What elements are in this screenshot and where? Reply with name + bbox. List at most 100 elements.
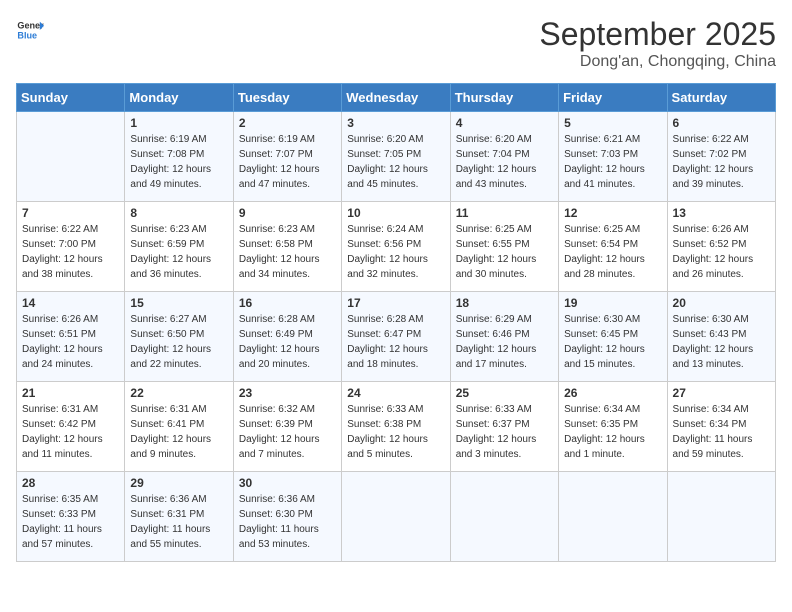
daylight-text: Daylight: 12 hours and 34 minutes. (239, 254, 320, 280)
sunset-text: Sunset: 6:31 PM (130, 509, 204, 520)
day-number: 18 (456, 296, 553, 310)
calendar-cell (342, 472, 450, 562)
location-title: Dong'an, Chongqing, China (539, 53, 776, 71)
day-number: 23 (239, 386, 336, 400)
calendar-cell (667, 472, 775, 562)
sunrise-text: Sunrise: 6:22 AM (22, 224, 98, 235)
day-number: 21 (22, 386, 119, 400)
sunset-text: Sunset: 6:51 PM (22, 329, 96, 340)
day-number: 22 (130, 386, 227, 400)
daylight-text: Daylight: 11 hours and 59 minutes. (673, 434, 753, 460)
day-number: 2 (239, 116, 336, 130)
header-day-saturday: Saturday (667, 84, 775, 112)
calendar-cell (450, 472, 558, 562)
calendar-cell: 26Sunrise: 6:34 AMSunset: 6:35 PMDayligh… (559, 382, 667, 472)
sunrise-text: Sunrise: 6:36 AM (130, 494, 206, 505)
day-number: 12 (564, 206, 661, 220)
calendar-cell: 3Sunrise: 6:20 AMSunset: 7:05 PMDaylight… (342, 112, 450, 202)
sunset-text: Sunset: 6:33 PM (22, 509, 96, 520)
day-info: Sunrise: 6:31 AMSunset: 6:42 PMDaylight:… (22, 402, 119, 462)
calendar-cell: 6Sunrise: 6:22 AMSunset: 7:02 PMDaylight… (667, 112, 775, 202)
daylight-text: Daylight: 12 hours and 18 minutes. (347, 344, 428, 370)
daylight-text: Daylight: 12 hours and 32 minutes. (347, 254, 428, 280)
calendar-cell: 8Sunrise: 6:23 AMSunset: 6:59 PMDaylight… (125, 202, 233, 292)
calendar-cell: 14Sunrise: 6:26 AMSunset: 6:51 PMDayligh… (17, 292, 125, 382)
day-number: 8 (130, 206, 227, 220)
daylight-text: Daylight: 12 hours and 9 minutes. (130, 434, 211, 460)
calendar-cell: 13 Sunrise: 6:26 AMSunset: 6:52 PMDayligh… (667, 202, 775, 292)
day-info: Sunrise: 6:36 AMSunset: 6:31 PMDaylight:… (130, 492, 227, 552)
calendar-cell: 19Sunrise: 6:30 AMSunset: 6:45 PMDayligh… (559, 292, 667, 382)
calendar-cell: 21 Sunrise: 6:31 AMSunset: 6:42 PMDayligh… (17, 382, 125, 472)
day-number: 17 (347, 296, 444, 310)
day-info: Sunrise: 6:31 AMSunset: 6:41 PMDaylight:… (130, 402, 227, 462)
daylight-text: Daylight: 12 hours and 41 minutes. (564, 164, 645, 190)
daylight-text: Daylight: 12 hours and 36 minutes. (130, 254, 211, 280)
day-info: Sunrise: 6:19 AMSunset: 7:08 PMDaylight:… (130, 132, 227, 192)
sunset-text: Sunset: 6:55 PM (456, 239, 530, 250)
daylight-text: Daylight: 12 hours and 13 minutes. (673, 344, 754, 370)
sunset-text: Sunset: 6:46 PM (456, 329, 530, 340)
header-day-tuesday: Tuesday (233, 84, 341, 112)
calendar-cell: 27Sunrise: 6:34 AMSunset: 6:34 PMDayligh… (667, 382, 775, 472)
calendar-cell: 10Sunrise: 6:24 AMSunset: 6:56 PMDayligh… (342, 202, 450, 292)
daylight-text: Daylight: 12 hours and 47 minutes. (239, 164, 320, 190)
sunrise-text: Sunrise: 6:25 AM (564, 224, 640, 235)
calendar-cell: 16Sunrise: 6:28 AMSunset: 6:49 PMDayligh… (233, 292, 341, 382)
day-info: Sunrise: 6:34 AMSunset: 6:35 PMDaylight:… (564, 402, 661, 462)
calendar-cell: 25Sunrise: 6:33 AMSunset: 6:37 PMDayligh… (450, 382, 558, 472)
daylight-text: Daylight: 11 hours and 53 minutes. (239, 524, 319, 550)
sunset-text: Sunset: 7:02 PM (673, 149, 747, 160)
sunrise-text: Sunrise: 6:29 AM (456, 314, 532, 325)
calendar-cell: 29Sunrise: 6:36 AMSunset: 6:31 PMDayligh… (125, 472, 233, 562)
daylight-text: Daylight: 12 hours and 1 minute. (564, 434, 645, 460)
sunrise-text: Sunrise: 6:19 AM (130, 134, 206, 145)
sunset-text: Sunset: 7:07 PM (239, 149, 313, 160)
calendar-cell: 4Sunrise: 6:20 AMSunset: 7:04 PMDaylight… (450, 112, 558, 202)
sunrise-text: Sunrise: 6:19 AM (239, 134, 315, 145)
calendar-cell: 28Sunrise: 6:35 AMSunset: 6:33 PMDayligh… (17, 472, 125, 562)
calendar-cell: 2 Sunrise: 6:19 AM Sunset: 7:07 PM Daylight… (233, 112, 341, 202)
header: General Blue September 2025 Dong'an, Cho… (16, 16, 776, 71)
day-info: Sunrise: 6:20 AMSunset: 7:05 PMDaylight:… (347, 132, 444, 192)
day-info: Sunrise: 6:21 AMSunset: 7:03 PMDaylight:… (564, 132, 661, 192)
day-info: Sunrise: 6:25 AMSunset: 6:54 PMDaylight:… (564, 222, 661, 282)
daylight-text: Daylight: 12 hours and 38 minutes. (22, 254, 103, 280)
day-number: 7 (22, 206, 119, 220)
sunset-text: Sunset: 7:03 PM (564, 149, 638, 160)
sunrise-text: Sunrise: 6:35 AM (22, 494, 98, 505)
day-info: Sunrise: 6:30 AMSunset: 6:45 PMDaylight:… (564, 312, 661, 372)
day-info: Sunrise: 6:33 AMSunset: 6:37 PMDaylight:… (456, 402, 553, 462)
calendar-cell: 7Sunrise: 6:22 AMSunset: 7:00 PMDaylight… (17, 202, 125, 292)
day-info: Sunrise: 6:26 AMSunset: 6:52 PMDaylight:… (673, 222, 770, 282)
daylight-text: Daylight: 12 hours and 22 minutes. (130, 344, 211, 370)
sunset-text: Sunset: 6:56 PM (347, 239, 421, 250)
daylight-text: Daylight: 12 hours and 17 minutes. (456, 344, 537, 370)
calendar-cell: 24Sunrise: 6:33 AMSunset: 6:38 PMDayligh… (342, 382, 450, 472)
sunset-text: Sunset: 6:54 PM (564, 239, 638, 250)
header-day-thursday: Thursday (450, 84, 558, 112)
daylight-text: Daylight: 12 hours and 24 minutes. (22, 344, 103, 370)
calendar-body: 1Sunrise: 6:19 AMSunset: 7:08 PMDaylight… (17, 112, 776, 562)
sunset-text: Sunset: 7:05 PM (347, 149, 421, 160)
day-number: 13 (673, 206, 770, 220)
daylight-text: Daylight: 12 hours and 45 minutes. (347, 164, 428, 190)
sunrise-text: Sunrise: 6:32 AM (239, 404, 315, 415)
sunrise-text: Sunrise: 6:26 AM (673, 224, 749, 235)
day-info: Sunrise: 6:30 AMSunset: 6:43 PMDaylight:… (673, 312, 770, 372)
daylight-text: Daylight: 12 hours and 30 minutes. (456, 254, 537, 280)
day-info: Sunrise: 6:24 AMSunset: 6:56 PMDaylight:… (347, 222, 444, 282)
daylight-text: Daylight: 11 hours and 57 minutes. (22, 524, 102, 550)
calendar-cell: 1Sunrise: 6:19 AMSunset: 7:08 PMDaylight… (125, 112, 233, 202)
week-row-3: 14Sunrise: 6:26 AMSunset: 6:51 PMDayligh… (17, 292, 776, 382)
sunset-text: Sunset: 6:39 PM (239, 419, 313, 430)
sunrise-text: Sunrise: 6:33 AM (347, 404, 423, 415)
day-info: Sunrise: 6:33 AMSunset: 6:38 PMDaylight:… (347, 402, 444, 462)
sunset-text: Sunset: 6:35 PM (564, 419, 638, 430)
day-info: Sunrise: 6:28 AMSunset: 6:49 PMDaylight:… (239, 312, 336, 372)
header-day-friday: Friday (559, 84, 667, 112)
svg-text:Blue: Blue (17, 30, 37, 40)
sunrise-text: Sunrise: 6:26 AM (22, 314, 98, 325)
sunrise-text: Sunrise: 6:30 AM (564, 314, 640, 325)
logo: General Blue (16, 16, 44, 44)
